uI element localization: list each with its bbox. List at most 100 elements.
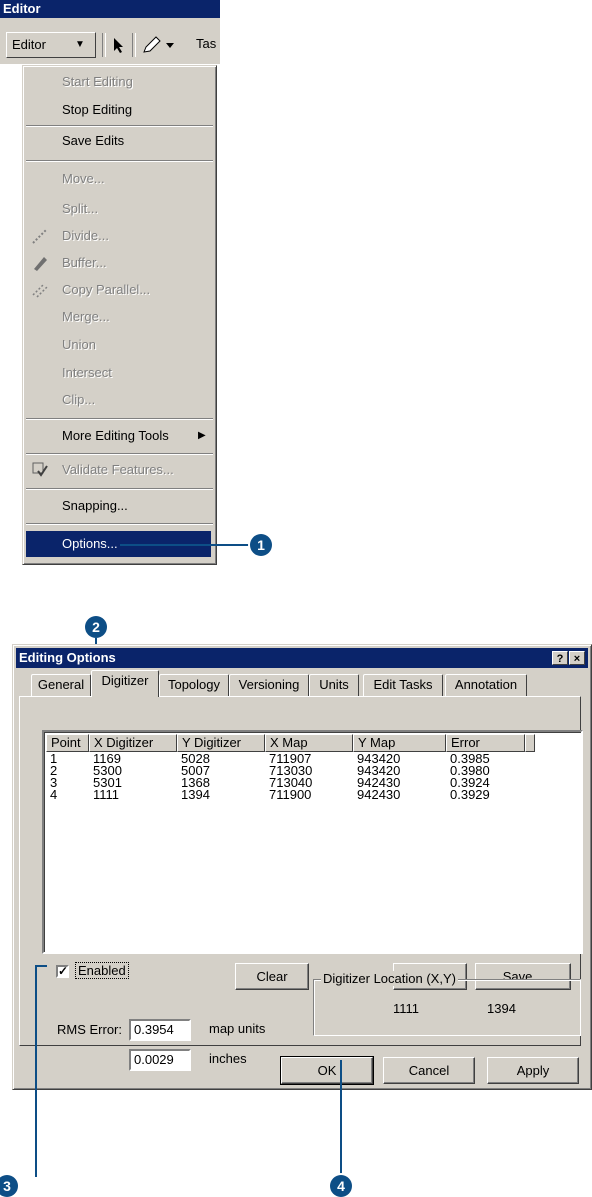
toolbar-separator [102, 33, 106, 57]
enabled-label[interactable]: Enabled [75, 962, 129, 979]
callout-3-leader [35, 965, 37, 1177]
apply-button[interactable]: Apply [487, 1057, 579, 1084]
menu-item-label: Start Editing [62, 74, 133, 89]
column-header-error[interactable]: Error [446, 734, 525, 752]
menu-item-snapping[interactable]: Snapping... [26, 493, 211, 519]
tab-units[interactable]: Units [309, 674, 359, 696]
menu-item-label: Options... [62, 536, 118, 551]
column-header-point[interactable]: Point [46, 734, 89, 752]
cancel-button[interactable]: Cancel [383, 1057, 475, 1084]
close-button[interactable]: × [569, 651, 585, 665]
menu-separator [26, 125, 213, 127]
menu-item-split[interactable]: Split... [26, 196, 211, 222]
divide-icon [32, 228, 48, 244]
menu-item-label: Buffer... [62, 255, 107, 270]
help-button[interactable]: ? [552, 651, 568, 665]
menu-item-label: Clip... [62, 392, 96, 407]
tab-annotation[interactable]: Annotation [445, 674, 527, 696]
editor-dropdown-label: Editor [12, 37, 46, 52]
rms-inches-field[interactable]: 0.0029 [129, 1049, 191, 1071]
dialog-title: Editing Options [19, 650, 116, 665]
rms-map-units-field[interactable]: 0.3954 [129, 1019, 191, 1041]
ok-button[interactable]: OK [280, 1056, 374, 1085]
toolbar-title: Editor [0, 0, 220, 18]
dialog-titlebar: Editing Options ? × [16, 648, 588, 668]
table-row[interactable]: 4 1111 1394 711900 942430 0.3929 [46, 787, 576, 802]
menu-item-merge[interactable]: Merge... [26, 304, 211, 330]
table-row[interactable]: 3 5301 1368 713040 942430 0.3924 [46, 776, 576, 789]
menu-item-label: Move... [62, 171, 105, 186]
callout-3-leader-horizontal [35, 965, 47, 967]
copy-parallel-icon [32, 284, 48, 298]
control-points-list[interactable]: Point X Digitizer Y Digitizer X Map Y Ma… [42, 730, 583, 954]
column-header-y-digitizer[interactable]: Y Digitizer [177, 734, 265, 752]
menu-item-union[interactable]: Union [26, 332, 211, 358]
menu-item-label: Union [62, 337, 96, 352]
menu-item-label: Merge... [62, 309, 110, 324]
cell-y-digitizer: 1394 [181, 787, 210, 802]
task-label: Tas [196, 36, 217, 51]
menu-item-label: Intersect [62, 365, 112, 380]
column-header-x-digitizer[interactable]: X Digitizer [89, 734, 177, 752]
editor-menu: Start Editing Stop Editing Save Edits Mo… [22, 65, 217, 565]
editor-menu-dropdown[interactable]: Editor ▼ [6, 32, 96, 58]
edit-tool-arrow-icon[interactable] [112, 36, 126, 54]
menu-separator [26, 453, 213, 455]
menu-item-more-editing-tools[interactable]: More Editing Tools ▶ [26, 423, 211, 449]
cell-x-digitizer: 1111 [93, 787, 120, 802]
buffer-icon [34, 257, 47, 271]
column-header-filler [525, 734, 535, 752]
chevron-down-icon: ▼ [75, 39, 85, 50]
cell-point: 4 [50, 787, 58, 802]
menu-item-stop-editing[interactable]: Stop Editing [26, 97, 211, 123]
clear-button[interactable]: Clear [235, 963, 309, 990]
menu-item-validate-features[interactable]: Validate Features... [26, 457, 211, 483]
sketch-tool-pencil-icon[interactable] [142, 34, 178, 56]
tab-digitizer[interactable]: Digitizer [91, 670, 159, 697]
digitizer-location-x: 1111 [393, 1001, 420, 1016]
menu-item-label: Stop Editing [62, 102, 133, 117]
editor-toolbar: Editor Editor ▼ Tas [0, 0, 220, 64]
menu-item-save-edits[interactable]: Save Edits [26, 128, 211, 154]
tab-versioning[interactable]: Versioning [229, 674, 309, 696]
callout-4-leader [340, 1060, 342, 1175]
callout-3: 3 [0, 1175, 18, 1197]
cell-x-map: 711900 [269, 787, 312, 802]
menu-item-intersect[interactable]: Intersect [26, 360, 211, 386]
tab-edit-tasks[interactable]: Edit Tasks [363, 674, 443, 696]
menu-separator [26, 418, 213, 420]
menu-item-label: Validate Features... [62, 462, 174, 477]
column-header-y-map[interactable]: Y Map [353, 734, 446, 752]
callout-2: 2 [85, 616, 107, 638]
inches-label: inches [209, 1051, 247, 1066]
validate-features-icon [32, 462, 48, 477]
toolbar-separator [132, 33, 136, 57]
menu-item-label: Snapping... [62, 498, 128, 513]
tab-topology[interactable]: Topology [159, 674, 229, 696]
menu-item-label: More Editing Tools [62, 428, 169, 443]
menu-item-move[interactable]: Move... [26, 166, 211, 192]
digitizer-location-y: 1394 [487, 1001, 516, 1016]
digitizer-location-group [313, 979, 581, 1036]
tab-general[interactable]: General [31, 674, 91, 696]
rms-error-label: RMS Error: [57, 1022, 122, 1037]
menu-item-clip[interactable]: Clip... [26, 387, 211, 413]
menu-item-divide[interactable]: Divide... [26, 223, 211, 249]
digitizer-location-label: Digitizer Location (X,Y) [321, 971, 458, 986]
column-header-x-map[interactable]: X Map [265, 734, 353, 752]
editing-options-dialog: Editing Options ? × General Digitizer To… [12, 644, 592, 1090]
menu-separator [26, 160, 213, 162]
menu-separator [26, 523, 213, 525]
callout-1: 1 [250, 534, 272, 556]
cell-error: 0.3929 [450, 787, 490, 802]
enabled-checkbox[interactable]: ✓ [56, 965, 69, 978]
menu-item-buffer[interactable]: Buffer... [26, 250, 211, 276]
menu-item-label: Divide... [62, 228, 109, 243]
cell-y-map: 942430 [357, 787, 401, 802]
menu-item-copy-parallel[interactable]: Copy Parallel... [26, 277, 211, 303]
menu-item-label: Save Edits [62, 133, 125, 148]
menu-item-start-editing[interactable]: Start Editing [26, 69, 211, 95]
menu-item-label: Copy Parallel... [62, 282, 151, 297]
menu-item-label: Split... [62, 201, 99, 216]
callout-4: 4 [330, 1175, 352, 1197]
